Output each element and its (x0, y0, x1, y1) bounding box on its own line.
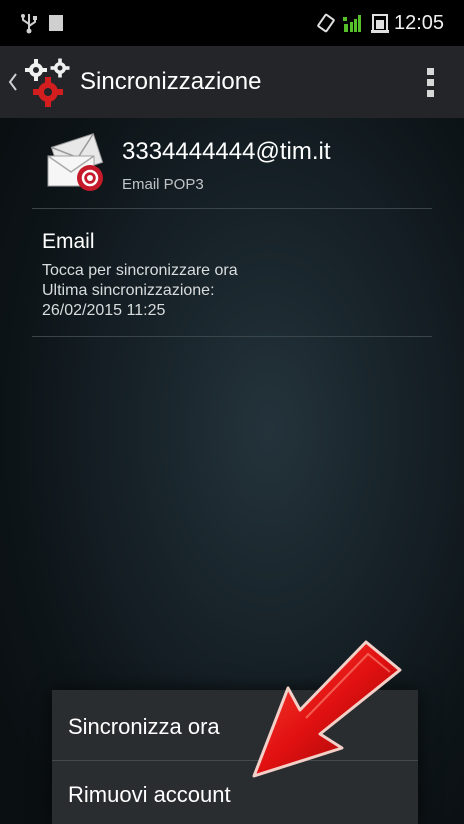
action-bar: Sincronizzazione (0, 46, 464, 118)
image-icon (48, 0, 64, 46)
rotate-icon (316, 0, 336, 46)
account-type: Email POP3 (122, 176, 204, 193)
battery-icon (370, 0, 390, 46)
last-sync-date: 26/02/2015 11:25 (42, 302, 166, 319)
divider (32, 208, 432, 209)
sync-item-title: Email (42, 230, 95, 253)
up-button[interactable] (0, 46, 80, 118)
overflow-menu-button[interactable] (410, 58, 450, 106)
page-title: Sincronizzazione (80, 68, 262, 95)
screen: 12:05 Sincronizzazione 3334444444@tim.it… (0, 0, 464, 824)
sync-item-email[interactable]: Email Tocca per sincronizzare ora Ultima… (0, 210, 464, 334)
account-address: 3334444444@tim.it (122, 138, 331, 165)
status-clock: 12:05 (394, 11, 445, 34)
email-account-icon (44, 130, 110, 199)
usb-icon (20, 0, 38, 46)
overflow-menu-icon (426, 67, 434, 97)
status-bar: 12:05 (0, 0, 464, 46)
account-header: 3334444444@tim.it Email POP3 (0, 118, 464, 208)
last-sync-label: Ultima sincronizzazione: (42, 282, 215, 299)
divider (32, 336, 432, 337)
red-arrow-icon (250, 640, 404, 790)
chevron-left-icon (8, 72, 18, 97)
sync-hint: Tocca per sincronizzare ora (42, 262, 238, 279)
gears-icon (22, 56, 72, 113)
signal-icon (342, 0, 364, 46)
